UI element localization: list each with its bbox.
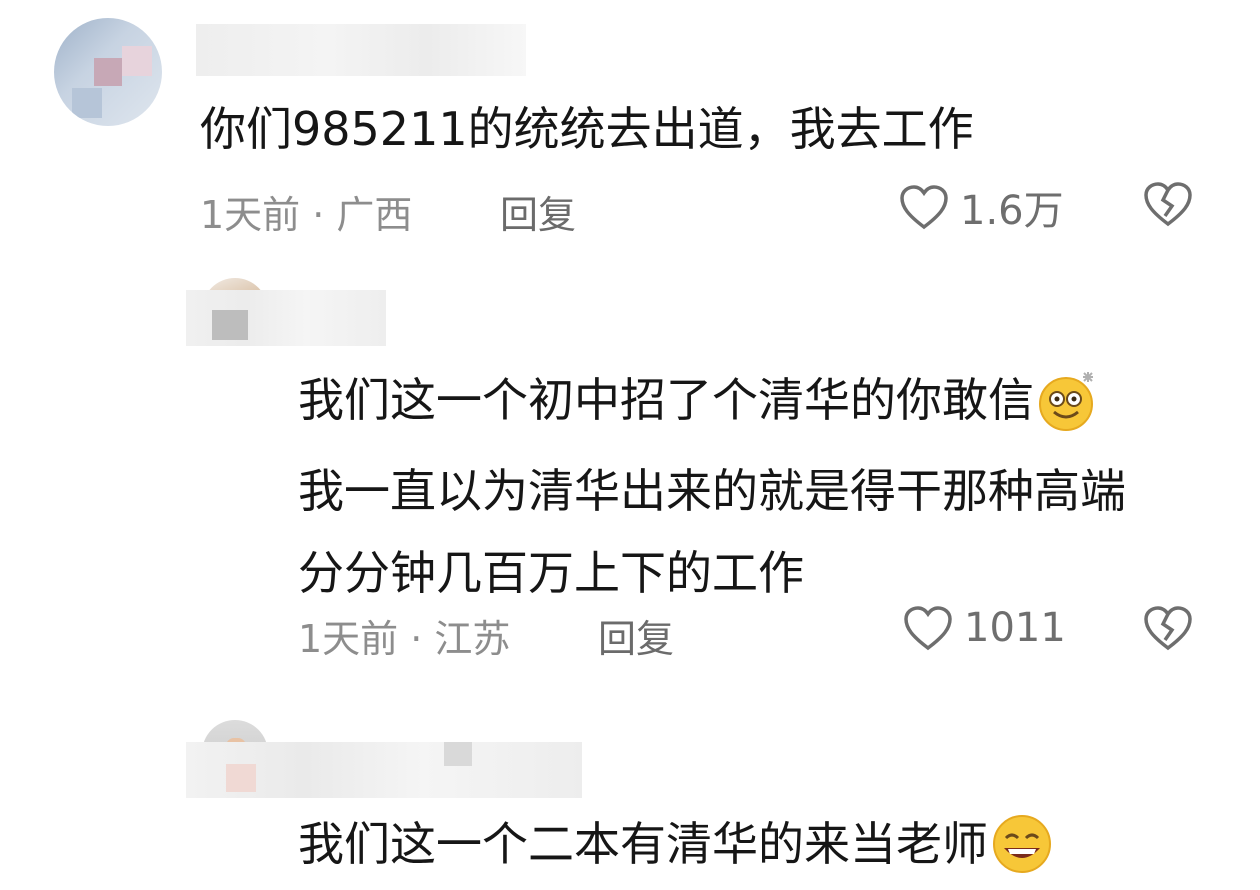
comment-line-text: 我们这一个初中招了个清华的你敢信 [298,373,1034,427]
comment-line: 我一直以为清华出来的就是得干那种高端 [298,464,1126,518]
comment-line: 分分钟几百万上下的工作 [298,546,804,600]
comment-text: 你们985211的统统去出道，我去工作 [200,106,974,152]
avatar[interactable] [54,18,162,126]
comment-text: 我们这一个二本有清华的来当老师 [298,812,1054,876]
like-button[interactable]: 1.6万 [898,178,1064,236]
comment-line: 你们985211的统统去出道，我去工作 [200,102,974,156]
dislike-button[interactable] [1142,180,1194,232]
comment-line: 我们这一个二本有清华的来当老师 [298,812,1054,876]
heart-outline-icon [904,606,952,651]
like-count: 1.6万 [960,188,1064,234]
reply-button[interactable]: 回复 [500,184,576,239]
username-blurred[interactable] [196,24,526,76]
comment-meta: 1天前 · 江苏 [298,617,511,661]
comment-line-text: 我们这一个二本有清华的来当老师 [298,817,988,871]
heart-outline-icon [900,185,948,230]
dislike-button[interactable] [1142,604,1194,656]
comment-line: 我们这一个初中招了个清华的你敢信 [298,368,1126,432]
comment-text: 我们这一个初中招了个清华的你敢信 我一直以为清华出来的就是得干那种高端 分分钟几… [298,368,1126,596]
reply-button[interactable]: 回复 [598,608,674,663]
username-blurred[interactable] [186,742,582,798]
username-blurred[interactable] [186,290,386,346]
dizzy-smile-emoji [1039,372,1093,431]
broken-heart-icon [1144,606,1192,651]
like-count: 1011 [964,605,1066,651]
comment-meta: 1天前 · 广西 [200,193,413,237]
broken-heart-icon [1144,182,1192,227]
grin-emoji [993,815,1051,873]
like-button[interactable]: 1011 [902,604,1066,652]
